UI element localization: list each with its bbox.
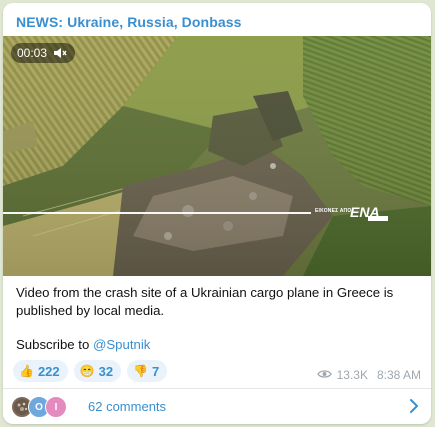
grin-icon: 😁 (79, 364, 95, 378)
message-card: NEWS: Ukraine, Russia, Donbass 00:03 ΕΙΚ… (3, 3, 431, 424)
message-time: 8:38 AM (376, 368, 421, 382)
watermark-line (3, 212, 311, 214)
reaction-grin[interactable]: 😁 32 (73, 360, 122, 382)
thumbs-up-icon: 👍 (19, 364, 34, 378)
reactions-row: 👍 222 😁 32 👎 7 (13, 360, 168, 382)
eye-icon (316, 368, 332, 382)
video-player[interactable]: 00:03 ΕΙΚΟΝΕΣ ΑΠΟ ΕΝΑ (3, 36, 431, 276)
comments-button[interactable]: O I 62 comments (3, 389, 431, 424)
reaction-thumbs-down[interactable]: 👎 7 (127, 360, 168, 382)
post-caption: Video from the crash site of a Ukrainian… (16, 285, 394, 318)
video-frame (3, 36, 431, 276)
reaction-count: 7 (152, 363, 160, 379)
channel-title[interactable]: NEWS: Ukraine, Russia, Donbass (16, 14, 242, 30)
view-count: 13.3K (336, 368, 368, 382)
video-duration-badge[interactable]: 00:03 (11, 43, 76, 63)
reaction-count: 222 (37, 363, 60, 379)
watermark-caption: ΕΙΚΟΝΕΣ ΑΠΟ (315, 208, 352, 214)
subscribe-prefix: Subscribe to (16, 337, 93, 352)
subscribe-line: Subscribe to @Sputnik (16, 337, 150, 352)
thumbs-down-icon: 👎 (133, 364, 149, 378)
watermark-logo: ΕΝΑ (350, 204, 388, 221)
reaction-count: 32 (98, 363, 114, 379)
message-meta: 13.3K 8:38 AM (316, 368, 421, 382)
comments-count-label: 62 comments (88, 399, 167, 414)
muted-speaker-icon[interactable] (53, 47, 67, 59)
chevron-right-icon (409, 398, 419, 419)
commenter-avatars: O I (11, 396, 75, 418)
video-duration: 00:03 (17, 46, 48, 60)
reaction-thumbs-up[interactable]: 👍 222 (13, 360, 68, 382)
sputnik-mention-link[interactable]: @Sputnik (93, 337, 150, 352)
avatar: I (45, 396, 67, 418)
